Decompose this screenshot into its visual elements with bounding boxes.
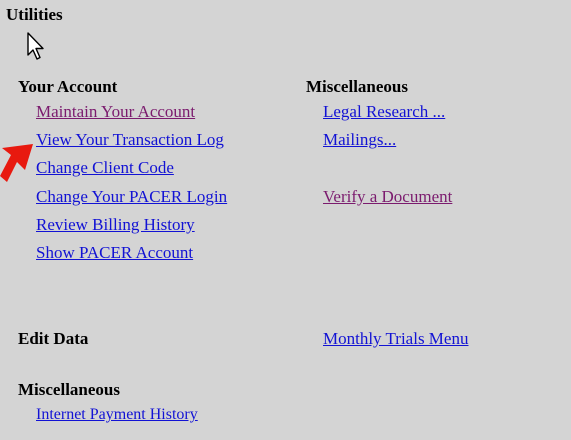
your-account-heading: Your Account: [18, 77, 118, 96]
edit-data-heading: Edit Data: [18, 329, 89, 348]
show-pacer-account-link[interactable]: Show PACER Account: [36, 243, 193, 263]
maintain-account-link[interactable]: Maintain Your Account: [36, 102, 195, 122]
mailings-link[interactable]: Mailings...: [323, 130, 396, 150]
view-transaction-log-link[interactable]: View Your Transaction Log: [36, 130, 224, 150]
miscellaneous-bottom-heading: Miscellaneous: [18, 380, 120, 399]
red-arrow-annotation: [0, 144, 33, 182]
page-title: Utilities: [6, 5, 63, 24]
monthly-trials-menu-link[interactable]: Monthly Trials Menu: [323, 329, 468, 349]
change-pacer-login-link[interactable]: Change Your PACER Login: [36, 187, 227, 207]
miscellaneous-heading: Miscellaneous: [306, 77, 408, 96]
legal-research-link[interactable]: Legal Research ...: [323, 102, 445, 122]
internet-payment-history-link[interactable]: Internet Payment History: [36, 406, 198, 424]
review-billing-history-link[interactable]: Review Billing History: [36, 215, 195, 235]
verify-document-link[interactable]: Verify a Document: [323, 187, 452, 207]
change-client-code-link[interactable]: Change Client Code: [36, 158, 174, 178]
mouse-pointer-icon: [27, 32, 44, 60]
